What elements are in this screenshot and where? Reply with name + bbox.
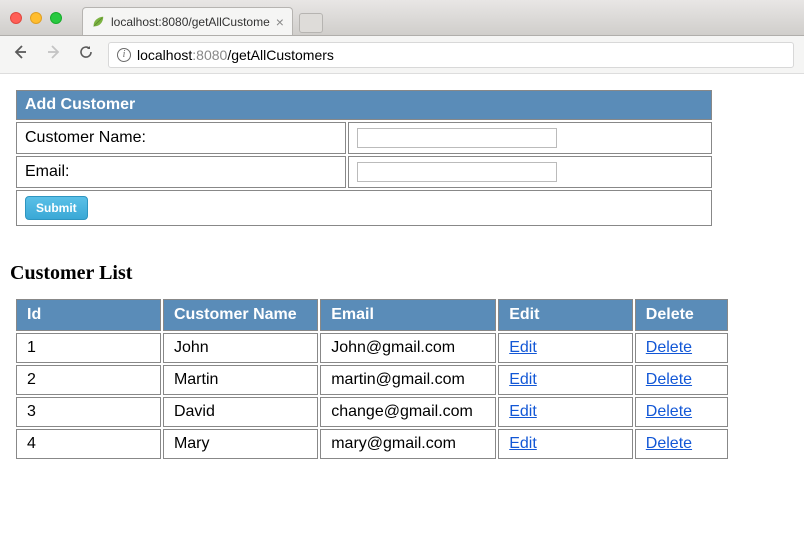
edit-link[interactable]: Edit	[509, 435, 537, 452]
delete-link[interactable]: Delete	[646, 403, 692, 420]
cell-name: Martin	[163, 365, 318, 395]
cell-delete: Delete	[635, 429, 728, 459]
tab-close-icon[interactable]: ×	[276, 15, 284, 29]
cell-delete: Delete	[635, 333, 728, 363]
leaf-favicon-icon	[91, 15, 105, 29]
table-row: 1JohnJohn@gmail.com Edit Delete	[16, 333, 728, 363]
col-header-name: Customer Name	[163, 299, 318, 331]
minimize-window-button[interactable]	[30, 12, 42, 24]
url-port: :8080	[192, 47, 227, 63]
tab-title: localhost:8080/getAllCustome	[111, 15, 270, 29]
traffic-lights	[10, 12, 62, 24]
cell-edit: Edit	[498, 365, 633, 395]
customer-list-table: Id Customer Name Email Edit Delete 1John…	[14, 297, 730, 461]
back-button[interactable]	[10, 42, 30, 67]
arrow-right-icon	[46, 44, 62, 60]
browser-tab-active[interactable]: localhost:8080/getAllCustome ×	[82, 7, 293, 35]
table-row: 2Martinmartin@gmail.com Edit Delete	[16, 365, 728, 395]
table-header-row: Id Customer Name Email Edit Delete	[16, 299, 728, 331]
form-label-email: Email:	[16, 156, 346, 188]
cell-name: Mary	[163, 429, 318, 459]
cell-email: John@gmail.com	[320, 333, 496, 363]
cell-delete: Delete	[635, 365, 728, 395]
form-row-customer-name: Customer Name:	[16, 122, 712, 154]
col-header-edit: Edit	[498, 299, 633, 331]
col-header-email: Email	[320, 299, 496, 331]
window-titlebar: localhost:8080/getAllCustome ×	[0, 0, 804, 36]
reload-button[interactable]	[78, 44, 94, 65]
cell-email: change@gmail.com	[320, 397, 496, 427]
delete-link[interactable]: Delete	[646, 371, 692, 388]
col-header-id: Id	[16, 299, 161, 331]
submit-button[interactable]: Submit	[25, 196, 88, 220]
table-row: 4Marymary@gmail.com Edit Delete	[16, 429, 728, 459]
form-cell-customer-name-input	[348, 122, 712, 154]
site-info-icon[interactable]: i	[117, 48, 131, 62]
forward-button[interactable]	[44, 42, 64, 67]
delete-link[interactable]: Delete	[646, 435, 692, 452]
cell-edit: Edit	[498, 429, 633, 459]
cell-name: John	[163, 333, 318, 363]
form-cell-email-input	[348, 156, 712, 188]
form-header: Add Customer	[16, 90, 712, 120]
add-customer-form: Add Customer Customer Name: Email: Submi…	[14, 88, 714, 228]
cell-id: 4	[16, 429, 161, 459]
address-bar: i localhost:8080/getAllCustomers	[0, 36, 804, 74]
cell-name: David	[163, 397, 318, 427]
cell-edit: Edit	[498, 333, 633, 363]
customer-name-input[interactable]	[357, 128, 557, 148]
delete-link[interactable]: Delete	[646, 339, 692, 356]
page-content: Add Customer Customer Name: Email: Submi…	[0, 74, 804, 469]
form-row-email: Email:	[16, 156, 712, 188]
new-tab-button[interactable]	[299, 13, 323, 33]
maximize-window-button[interactable]	[50, 12, 62, 24]
cell-email: martin@gmail.com	[320, 365, 496, 395]
close-window-button[interactable]	[10, 12, 22, 24]
url-path: /getAllCustomers	[227, 47, 334, 63]
table-row: 3Davidchange@gmail.com Edit Delete	[16, 397, 728, 427]
edit-link[interactable]: Edit	[509, 403, 537, 420]
cell-id: 3	[16, 397, 161, 427]
reload-icon	[78, 44, 94, 60]
tab-strip: localhost:8080/getAllCustome ×	[82, 0, 323, 35]
cell-id: 1	[16, 333, 161, 363]
cell-email: mary@gmail.com	[320, 429, 496, 459]
url-input[interactable]: i localhost:8080/getAllCustomers	[108, 42, 794, 68]
cell-id: 2	[16, 365, 161, 395]
customer-list-heading: Customer List	[10, 262, 796, 285]
url-host: localhost	[137, 47, 192, 63]
url-text: localhost:8080/getAllCustomers	[137, 47, 334, 63]
col-header-delete: Delete	[635, 299, 728, 331]
cell-delete: Delete	[635, 397, 728, 427]
edit-link[interactable]: Edit	[509, 371, 537, 388]
form-label-customer-name: Customer Name:	[16, 122, 346, 154]
arrow-left-icon	[12, 44, 28, 60]
email-input[interactable]	[357, 162, 557, 182]
form-submit-cell: Submit	[16, 190, 712, 226]
edit-link[interactable]: Edit	[509, 339, 537, 356]
cell-edit: Edit	[498, 397, 633, 427]
